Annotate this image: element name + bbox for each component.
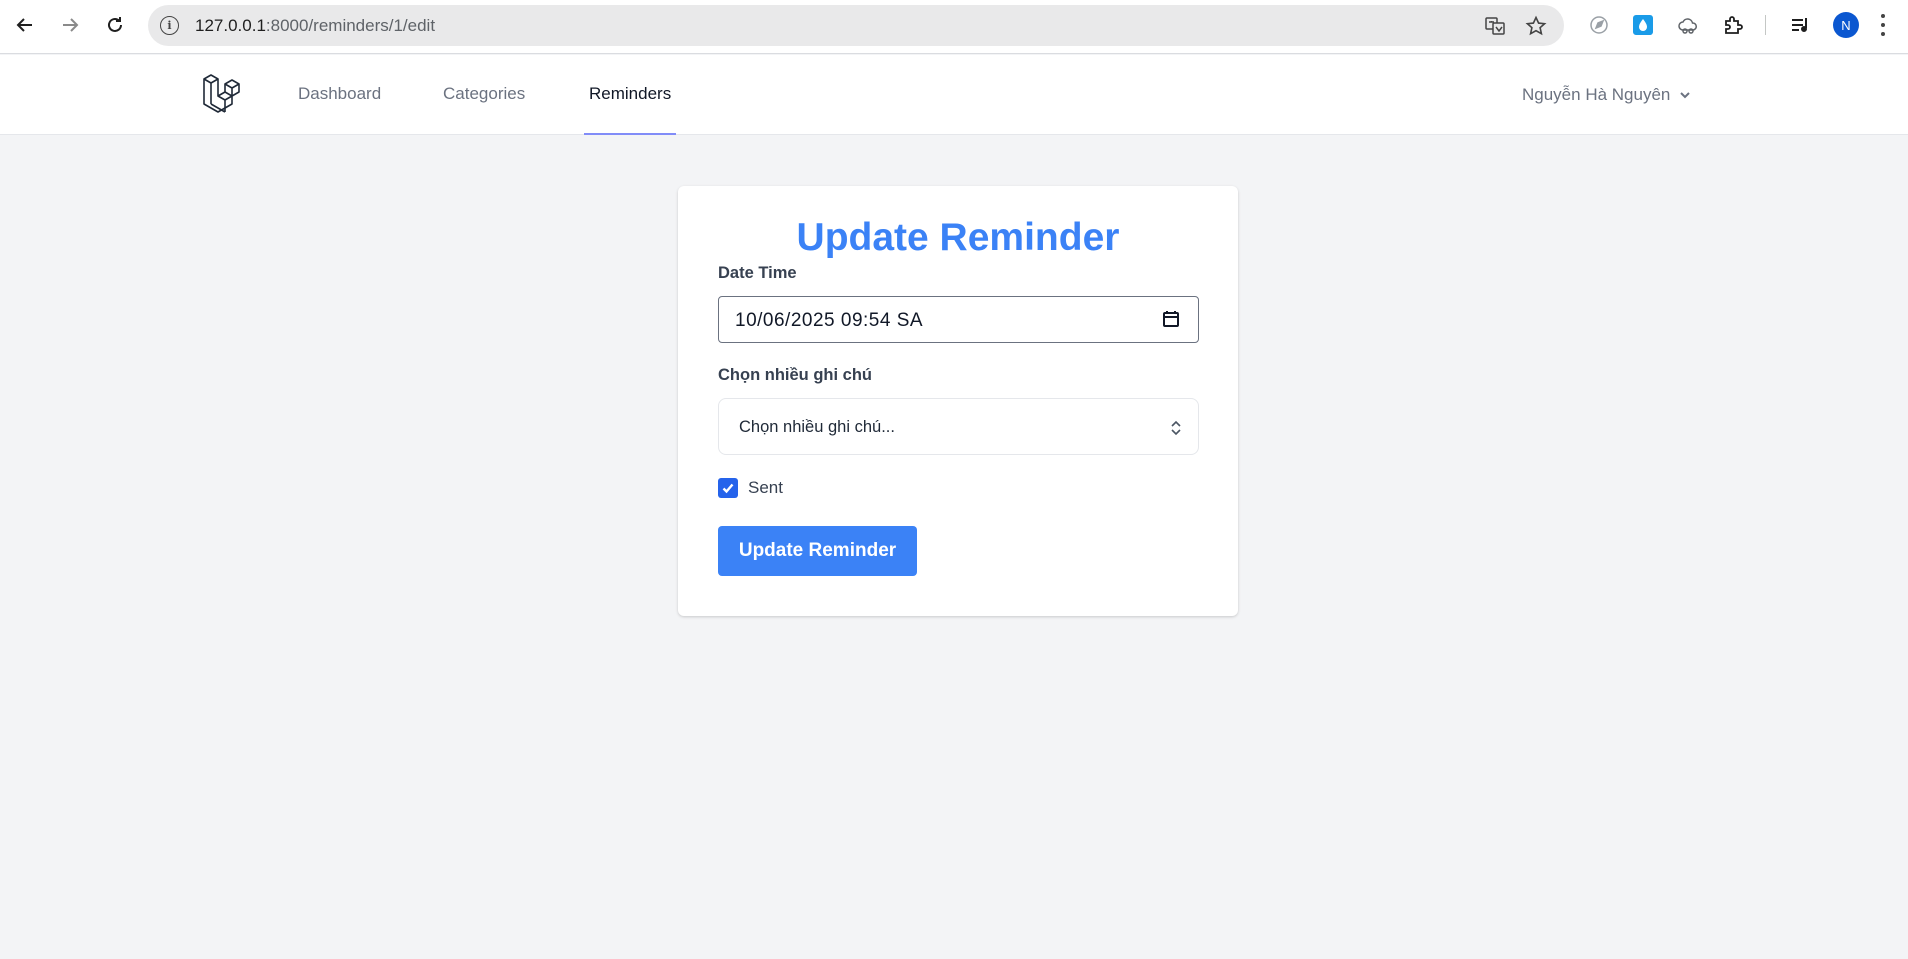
site-info-icon[interactable]: i xyxy=(160,16,179,35)
browser-toolbar: i 127.0.0.1:8000/reminders/1/edit N xyxy=(0,0,1908,54)
user-name: Nguyễn Hà Nguyên xyxy=(1522,85,1671,104)
address-bar[interactable]: i 127.0.0.1:8000/reminders/1/edit xyxy=(148,5,1564,46)
reload-icon[interactable] xyxy=(100,10,130,40)
calendar-icon[interactable] xyxy=(1162,310,1180,328)
extension-compass-icon[interactable] xyxy=(1587,13,1611,37)
nav-reminders[interactable]: Reminders xyxy=(584,55,677,135)
profile-avatar[interactable]: N xyxy=(1833,12,1859,38)
notes-placeholder: Chọn nhiều ghi chú... xyxy=(739,418,895,436)
back-arrow-icon[interactable] xyxy=(10,10,40,40)
laravel-logo-icon[interactable] xyxy=(200,73,244,117)
checkmark-icon xyxy=(722,483,734,494)
datetime-value: 10/06/2025 09:54 SA xyxy=(735,310,924,331)
notes-multiselect[interactable]: Chọn nhiều ghi chú... xyxy=(718,398,1199,455)
forward-arrow-icon[interactable] xyxy=(55,10,85,40)
nav-dashboard[interactable]: Dashboard xyxy=(298,55,381,135)
notes-label: Chọn nhiều ghi chú xyxy=(718,366,872,384)
extensions-puzzle-icon[interactable] xyxy=(1721,13,1745,37)
more-menu-icon[interactable] xyxy=(1880,14,1886,36)
extension-cloud-icon[interactable] xyxy=(1676,13,1700,37)
media-queue-icon[interactable] xyxy=(1788,13,1812,37)
datetime-label: Date Time xyxy=(718,264,797,282)
avatar-initial: N xyxy=(1841,17,1851,33)
chevron-updown-icon xyxy=(1171,420,1181,436)
extension-drop-icon[interactable] xyxy=(1631,13,1655,37)
user-menu-button[interactable]: Nguyễn Hà Nguyên xyxy=(1522,85,1692,105)
app-navigation: Dashboard Categories Reminders Nguyễn Hà… xyxy=(0,55,1908,135)
chevron-down-icon xyxy=(1680,92,1691,99)
toolbar-divider xyxy=(1765,15,1766,35)
bookmark-star-icon[interactable] xyxy=(1525,15,1547,37)
update-reminder-card: Update Reminder Date Time 10/06/2025 09:… xyxy=(678,186,1238,616)
page-title: Update Reminder xyxy=(796,216,1120,259)
sent-checkbox[interactable] xyxy=(718,478,738,498)
url-text[interactable]: 127.0.0.1:8000/reminders/1/edit xyxy=(195,16,435,36)
sent-label[interactable]: Sent xyxy=(748,478,783,498)
translate-icon[interactable] xyxy=(1484,15,1506,37)
update-reminder-button[interactable]: Update Reminder xyxy=(718,526,917,576)
nav-categories[interactable]: Categories xyxy=(443,55,525,135)
datetime-input[interactable]: 10/06/2025 09:54 SA xyxy=(718,296,1199,343)
